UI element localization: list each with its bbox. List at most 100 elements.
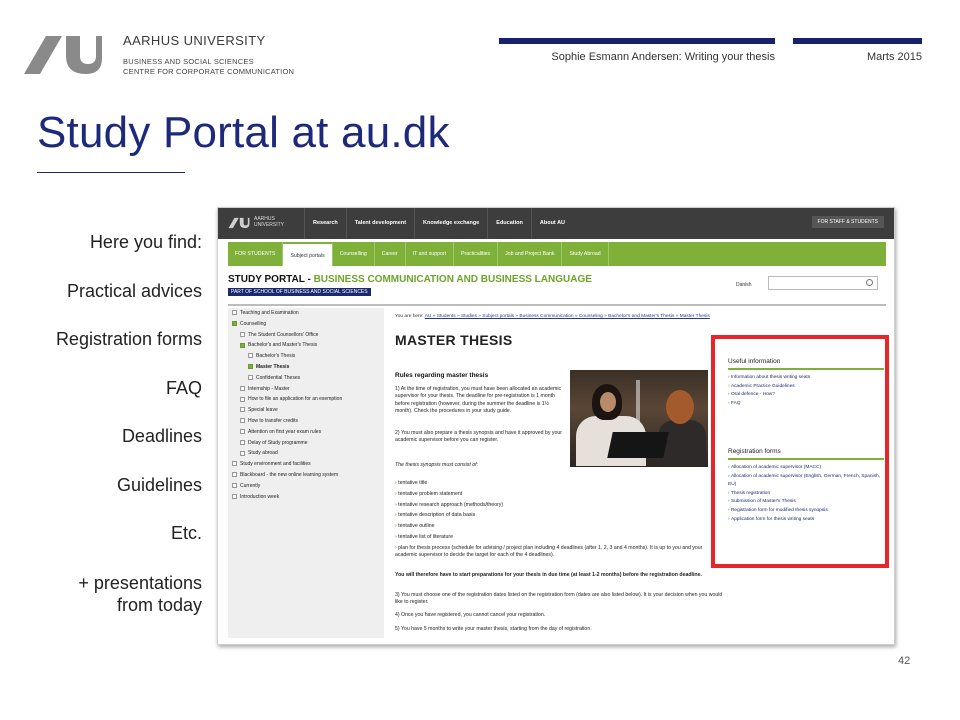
au-logo-icon — [24, 36, 102, 74]
left-nav-item[interactable]: Confidential Theses — [228, 373, 384, 384]
left-nav-item[interactable]: Bachelor's and Master's Thesis — [228, 340, 384, 351]
portal-tab[interactable]: FOR STUDENTS — [228, 242, 284, 266]
collapsed-box-icon — [232, 493, 237, 499]
au-mini-logo-icon — [228, 217, 250, 229]
left-nav-label: Blackboard - the new online learning sys… — [240, 471, 339, 478]
breadcrumb: You are here: AU » Students » Studies » … — [395, 314, 710, 319]
left-nav-label: Teaching and Examination — [240, 310, 299, 316]
left-nav-item[interactable]: Bachelor's Thesis — [228, 351, 384, 362]
collapsed-box-icon — [240, 407, 245, 413]
left-nav-item[interactable]: Internship - Master — [228, 384, 384, 395]
section-divider — [228, 304, 886, 306]
portal-subtitle: PART OF SCHOOL OF BUSINESS AND SOCIAL SC… — [228, 288, 371, 296]
side-list-item: Registration forms — [55, 329, 202, 349]
students-photo — [570, 370, 708, 467]
date-label: Marts 2015 — [866, 51, 922, 63]
portal-tab[interactable]: Counselling — [333, 242, 375, 266]
rule-3-text: 3) You must choose one of the registrati… — [395, 592, 723, 606]
faculty-line-2: CENTRE FOR CORPORATE COMMUNICATION — [123, 67, 295, 76]
left-nav-item[interactable]: Attention on first year exam rules — [228, 427, 384, 438]
portal-name: BUSINESS COMMUNICATION AND BUSINESS LANG… — [313, 274, 592, 285]
collapsed-box-icon — [240, 450, 245, 456]
page-number: 42 — [898, 655, 911, 667]
left-nav-label: Bachelor's and Master's Thesis — [248, 342, 318, 349]
faculty-line-1: BUSINESS AND SOCIAL SCIENCES — [123, 57, 254, 66]
left-nav-item[interactable]: How to file an application for an exempt… — [228, 394, 384, 405]
left-nav-label: How to transfer credits — [248, 417, 299, 424]
left-nav-item[interactable]: Delay of Study programme — [228, 438, 384, 449]
collapsed-box-icon — [240, 428, 245, 434]
left-nav-item[interactable]: Special leave — [228, 405, 384, 416]
site-search-input[interactable] — [768, 276, 878, 290]
left-nav-label: Special leave — [248, 407, 278, 414]
university-name: AARHUS UNIVERSITY — [123, 33, 266, 48]
left-nav-item[interactable]: The Student Counsellors' Office — [228, 330, 384, 341]
presentations-note-line-2: from today — [116, 595, 202, 615]
presentations-note: + presentations from today — [0, 572, 202, 616]
rules-heading: Rules regarding master thesis — [395, 372, 489, 379]
language-link[interactable]: Danish — [736, 282, 752, 288]
breadcrumb-prefix: You are here: — [395, 314, 425, 319]
title-underline — [37, 172, 185, 173]
side-list-item: FAQ — [165, 377, 202, 398]
top-nav-research[interactable]: Research — [304, 208, 346, 239]
synopsis-list-item: tentative outline — [395, 521, 715, 532]
portal-prefix: STUDY PORTAL - — [228, 274, 314, 285]
left-nav-item[interactable]: Introduction week — [228, 492, 384, 503]
left-nav-item[interactable]: Currently — [228, 481, 384, 492]
highlight-box — [711, 335, 889, 568]
portal-tabs: FOR STUDENTS Subject portals Counselling Ca… — [228, 242, 609, 266]
left-nav-item[interactable]: Teaching and Examination — [228, 308, 384, 319]
synopsis-intro: The thesis synopsis must consist of: — [395, 462, 479, 468]
top-nav-knowledge-exchange[interactable]: Knowledge exchange — [414, 208, 487, 239]
breadcrumb-path[interactable]: AU » Students » Studies » Subject portal… — [425, 314, 710, 319]
left-nav-label: How to file an application for an exempt… — [248, 396, 343, 403]
portal-tab[interactable]: Subject portals — [283, 242, 333, 266]
synopsis-list-item: tentative title — [395, 478, 715, 489]
collapsed-box-icon — [240, 418, 245, 424]
left-nav-item[interactable]: Study abroad — [228, 448, 384, 459]
side-list-item: Etc. — [170, 523, 202, 543]
left-nav-item[interactable]: Study environment and facilities — [228, 459, 384, 470]
collapsed-box-icon — [240, 396, 245, 402]
header-rule-left — [499, 38, 775, 44]
top-nav-about-au[interactable]: About AU — [530, 208, 573, 239]
expanded-box-icon — [240, 342, 245, 348]
left-nav-label: Internship - Master — [248, 385, 290, 392]
left-nav-label: Confidential Theses — [256, 374, 301, 381]
portal-tab[interactable]: Job and Project Bank — [498, 242, 563, 266]
left-nav-label: Study environment and facilities — [240, 461, 311, 468]
left-nav-item[interactable]: How to transfer credits — [228, 416, 384, 427]
rule-2-text: 2) You must also prepare a thesis synops… — [395, 430, 562, 444]
site-university-name: AARHUS UNIVERSITY — [254, 216, 284, 228]
side-list-item: Here you find: — [89, 232, 202, 252]
side-list-item: Practical advices — [66, 280, 202, 301]
header-rule-right — [793, 38, 922, 44]
left-nav-item[interactable]: Master Thesis — [228, 362, 384, 373]
top-nav-education[interactable]: Education — [487, 208, 531, 239]
rule-1-text: 1) At the time of registration, you must… — [395, 386, 562, 415]
search-icon[interactable] — [866, 279, 873, 286]
left-nav-label: Introduction week — [240, 493, 280, 500]
side-list-item: Guidelines — [116, 474, 202, 495]
left-nav-label: Bachelor's Thesis — [256, 353, 296, 360]
synopsis-list-item: plan for thesis process (schedule for ad… — [395, 545, 715, 559]
staff-students-link[interactable]: FOR STAFF & STUDENTS — [811, 216, 884, 228]
left-nav-label: Counselling — [240, 320, 267, 327]
portal-tab[interactable]: Practicalities — [454, 242, 499, 266]
portal-tab[interactable]: Study Abroad — [562, 242, 609, 266]
left-nav-item[interactable]: Blackboard - the new online learning sys… — [228, 470, 384, 481]
rule-5-text: 5) You have 5 months to write your maste… — [395, 626, 592, 632]
side-list-item: Deadlines — [121, 426, 202, 446]
site-university-line-2: UNIVERSITY — [254, 222, 285, 228]
portal-tab[interactable]: IT and support — [406, 242, 455, 266]
left-nav-label: The Student Counsellors' Office — [248, 331, 319, 338]
collapsed-box-icon — [248, 374, 253, 380]
top-nav-talent-development[interactable]: Talent development — [345, 208, 414, 239]
left-navigation: Teaching and Examination Counselling The S… — [228, 308, 384, 638]
left-nav-item[interactable]: Counselling — [228, 319, 384, 330]
portal-tab-bar: FOR STUDENTS Subject portals Counselling Ca… — [228, 242, 886, 266]
side-list: Here you find: Practical advices Registr… — [2, 228, 202, 568]
portal-tab[interactable]: Career — [375, 242, 406, 266]
synopsis-list-item: tentative research approach (methods/the… — [395, 500, 715, 511]
